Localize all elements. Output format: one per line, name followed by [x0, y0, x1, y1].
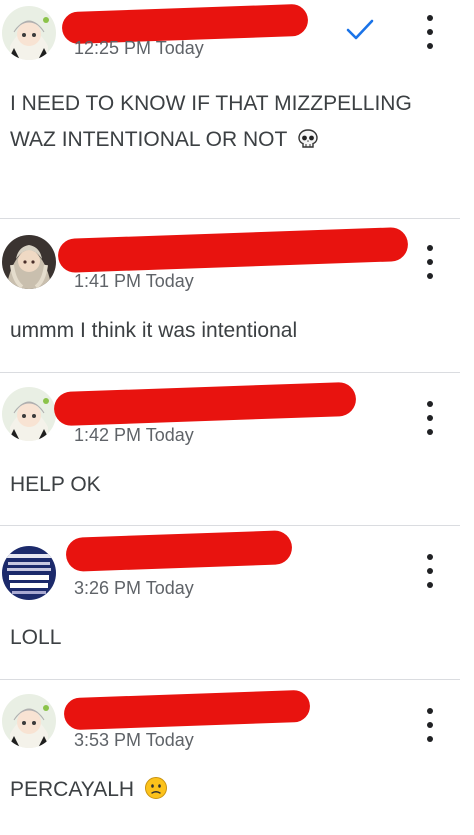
comment-body: ummm I think it was intentional	[10, 313, 450, 349]
avatar-dark-hair-image	[2, 235, 56, 289]
redacted-author-name	[65, 530, 293, 572]
resolve-check-icon[interactable]	[345, 18, 375, 42]
comment-timestamp: 12:25 PM Today	[74, 38, 204, 58]
comment-text: LOLL	[10, 626, 62, 649]
comment-body: I NEED TO KNOW IF THAT MIZZPELLING WAZ I…	[10, 86, 450, 158]
avatar-anime-girl-image	[2, 6, 56, 60]
avatar-anime-girl-image	[2, 387, 56, 441]
avatar-text-image	[2, 546, 56, 600]
comment-timestamp: 1:42 PM Today	[74, 425, 194, 445]
comment-2: 1:41 PM Today ummm I think it was intent…	[0, 219, 474, 371]
comment-4: 3:26 PM Today LOLL	[0, 526, 474, 678]
comment-body: LOLL	[10, 620, 450, 656]
comment-text: HELP OK	[10, 473, 101, 496]
slightly-frowning-face-icon	[144, 777, 167, 799]
avatar[interactable]	[2, 694, 56, 748]
avatar-anime-girl-image	[2, 694, 56, 748]
comment-3: 1:42 PM Today HELP OK	[0, 373, 474, 525]
comment-timestamp: 1:41 PM Today	[74, 271, 194, 291]
more-options-icon[interactable]	[420, 554, 440, 588]
redacted-author-name	[57, 226, 409, 274]
more-options-icon[interactable]	[420, 15, 440, 49]
comment-timestamp: 3:26 PM Today	[74, 578, 194, 598]
avatar[interactable]	[2, 546, 56, 600]
more-options-icon[interactable]	[420, 708, 440, 742]
more-options-icon[interactable]	[420, 401, 440, 435]
comment-text: I NEED TO KNOW IF THAT MIZZPELLING WAZ I…	[10, 92, 412, 151]
redacted-author-name	[63, 689, 311, 731]
comment-1: 12:25 PM Today I NEED TO KNOW IF THAT MI…	[0, 0, 474, 218]
comment-text: ummm I think it was intentional	[10, 319, 298, 342]
comment-5: 3:53 PM Today PERCAYALH	[0, 680, 474, 835]
skull-icon	[298, 129, 318, 148]
avatar[interactable]	[2, 235, 56, 289]
comment-timestamp: 3:53 PM Today	[74, 730, 194, 750]
more-options-icon[interactable]	[420, 245, 440, 279]
comment-body: HELP OK	[10, 467, 450, 503]
comment-text: PERCAYALH	[10, 778, 135, 801]
redacted-author-name	[53, 381, 357, 427]
comment-body: PERCAYALH	[10, 772, 450, 808]
avatar[interactable]	[2, 387, 56, 441]
avatar[interactable]	[2, 6, 56, 60]
